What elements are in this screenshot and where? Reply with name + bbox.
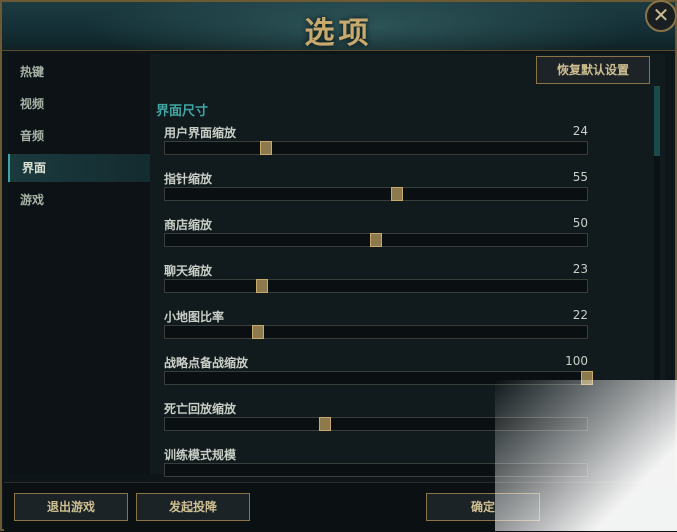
slider-value: 23 bbox=[572, 262, 588, 276]
close-button[interactable]: ✕ bbox=[645, 0, 677, 32]
slider-thumb[interactable] bbox=[581, 371, 593, 385]
window-title: 选项 bbox=[304, 16, 373, 51]
exit-game-button[interactable]: 退出游戏 bbox=[14, 493, 128, 521]
slider-value: 24 bbox=[572, 124, 588, 138]
slider-value: 55 bbox=[572, 170, 588, 184]
sidebar-item-label: 热键 bbox=[20, 65, 45, 79]
practice-tool-scale-slider[interactable] bbox=[164, 463, 588, 477]
slider-row-chat-scale: 聊天缩放 23 bbox=[164, 262, 588, 302]
death-recap-scale-slider[interactable] bbox=[164, 417, 588, 431]
slider-row-death-recap-scale: 死亡回放缩放 bbox=[164, 400, 588, 440]
slider-thumb[interactable] bbox=[260, 141, 273, 155]
strategy-scale-slider[interactable] bbox=[164, 371, 593, 385]
slider-row-strategy-scale: 战略点备战缩放 100 bbox=[164, 354, 593, 394]
close-icon: ✕ bbox=[652, 3, 670, 27]
content-scrollbar[interactable] bbox=[654, 86, 660, 474]
sidebar-item-video[interactable]: 视频 bbox=[8, 90, 150, 118]
sidebar-item-audio[interactable]: 音频 bbox=[8, 122, 150, 150]
surrender-button[interactable]: 发起投降 bbox=[136, 493, 250, 521]
section-title-interface-size: 界面尺寸 bbox=[156, 104, 209, 119]
options-window: 选项 热键 视频 音频 界面 游戏 恢复默认设置 界面尺寸 用户界面缩放 24 … bbox=[0, 0, 677, 532]
slider-label: 战略点备战缩放 bbox=[164, 356, 249, 370]
footer-bar: 退出游戏 发起投降 确定 bbox=[4, 482, 677, 532]
sidebar-item-interface[interactable]: 界面 bbox=[8, 154, 150, 182]
slider-value: 50 bbox=[572, 216, 588, 230]
slider-label: 训练模式规模 bbox=[164, 448, 237, 462]
slider-value: 100 bbox=[565, 354, 588, 368]
slider-label: 指针缩放 bbox=[164, 172, 213, 186]
minimap-scale-slider[interactable] bbox=[164, 325, 588, 339]
shop-scale-slider[interactable] bbox=[164, 233, 588, 247]
slider-label: 小地图比率 bbox=[164, 310, 225, 324]
slider-row-cursor-scale: 指针缩放 55 bbox=[164, 170, 588, 210]
cursor-scale-slider[interactable] bbox=[164, 187, 588, 201]
confirm-button[interactable]: 确定 bbox=[426, 493, 540, 521]
slider-thumb[interactable] bbox=[319, 417, 332, 431]
sidebar: 热键 视频 音频 界面 游戏 bbox=[8, 54, 150, 474]
sidebar-item-label: 界面 bbox=[22, 161, 47, 175]
slider-label: 聊天缩放 bbox=[164, 264, 213, 278]
sidebar-item-label: 视频 bbox=[20, 97, 45, 111]
sidebar-item-label: 游戏 bbox=[20, 193, 45, 207]
slider-thumb[interactable] bbox=[391, 187, 404, 201]
sidebar-item-game[interactable]: 游戏 bbox=[8, 186, 150, 214]
slider-label: 死亡回放缩放 bbox=[164, 402, 237, 416]
slider-thumb[interactable] bbox=[256, 279, 269, 293]
title-bar: 选项 bbox=[2, 2, 675, 51]
sidebar-item-hotkeys[interactable]: 热键 bbox=[8, 58, 150, 86]
slider-label: 用户界面缩放 bbox=[164, 126, 237, 140]
slider-label: 商店缩放 bbox=[164, 218, 213, 232]
slider-row-practice-tool-scale: 训练模式规模 bbox=[164, 446, 588, 486]
slider-row-minimap-scale: 小地图比率 22 bbox=[164, 308, 588, 348]
slider-row-ui-scale: 用户界面缩放 24 bbox=[164, 124, 588, 164]
slider-value: 22 bbox=[572, 308, 588, 322]
restore-defaults-button[interactable]: 恢复默认设置 bbox=[536, 56, 650, 84]
sidebar-item-label: 音频 bbox=[20, 129, 45, 143]
slider-row-shop-scale: 商店缩放 50 bbox=[164, 216, 588, 256]
ui-scale-slider[interactable] bbox=[164, 141, 588, 155]
slider-thumb[interactable] bbox=[370, 233, 382, 247]
scrollbar-thumb[interactable] bbox=[654, 86, 660, 156]
settings-panel: 恢复默认设置 界面尺寸 用户界面缩放 24 指针缩放 55 商店缩放 50 聊天… bbox=[150, 54, 665, 477]
chat-scale-slider[interactable] bbox=[164, 279, 588, 293]
slider-thumb[interactable] bbox=[251, 325, 264, 339]
